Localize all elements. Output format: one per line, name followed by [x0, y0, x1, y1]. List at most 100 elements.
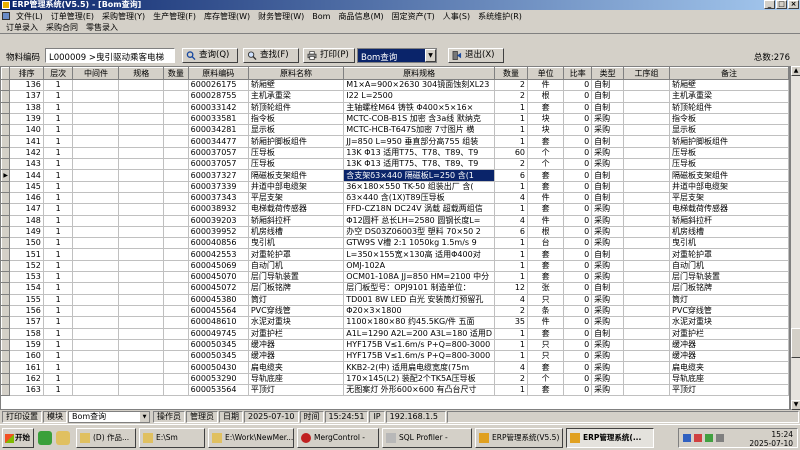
cell-order[interactable]: 146 [9, 192, 44, 205]
cell-qty[interactable] [163, 384, 189, 397]
cell-material-qty[interactable]: 6 [494, 169, 528, 182]
cell-material-name[interactable]: 压导板 [248, 147, 345, 160]
cell-material-qty[interactable]: 4 [494, 294, 528, 306]
cell-level[interactable]: 1 [43, 90, 74, 103]
cell-material-name[interactable]: 压导板 [248, 158, 345, 171]
cell-ratio[interactable]: 0 [563, 384, 593, 397]
cell-intermediate[interactable] [72, 158, 120, 171]
cell-process-group[interactable] [623, 79, 671, 92]
cell-unit[interactable]: 条 [527, 305, 565, 318]
cell-order[interactable]: 147 [9, 203, 44, 216]
cell-type[interactable]: 采购 [591, 158, 625, 171]
cell-spec[interactable] [118, 215, 165, 227]
cell-remark[interactable]: 平顶灯 [669, 384, 789, 397]
cell-material-name[interactable]: 对重护栏 [248, 328, 345, 340]
system-menu-icon[interactable] [2, 12, 10, 20]
cell-intermediate[interactable] [72, 361, 120, 374]
cell-remark[interactable]: PVC穿线管 [669, 305, 789, 318]
cell-material-name[interactable]: 缓冲器 [248, 350, 345, 363]
cell-material-name[interactable]: 对重轮护罩 [248, 248, 345, 261]
table-row[interactable]: 145 1 600037339 井道中部电缆架 36×180×550 TK-50 组装出… [1, 180, 789, 193]
cell-type[interactable]: 采购 [591, 339, 625, 352]
table-row[interactable]: 139 1 600033581 指令板 MCTC-COB-B1S 加密 含3a线 默纳克… [1, 112, 789, 126]
cell-material-qty[interactable]: 2 [494, 158, 528, 171]
cell-ratio[interactable]: 0 [563, 158, 593, 171]
cell-order[interactable]: 140 [9, 124, 44, 137]
cell-unit[interactable]: 件 [527, 215, 565, 227]
cell-material-code[interactable]: 600037339 [188, 181, 249, 193]
window-titlebar[interactable]: ERP管理系统(V5.5) - [Bom查询] _ □ × [0, 0, 800, 10]
cell-unit[interactable]: 套 [527, 328, 565, 340]
print-button[interactable]: 打印(P) [303, 48, 355, 63]
cell-order[interactable]: 160 [9, 350, 44, 363]
cell-qty[interactable] [163, 79, 189, 92]
row-indicator[interactable] [1, 327, 11, 340]
table-row[interactable]: 148 1 600039203 轿厢斜拉杆 Φ12圆杆 总长LH=2580 圆钢长度L=… [1, 214, 789, 227]
cell-material-spec[interactable]: FFD-CZ18N DC24V 涡载 超载两组信 [343, 203, 496, 216]
cell-type[interactable]: 采购 [591, 226, 625, 239]
cell-ratio[interactable]: 0 [563, 294, 593, 306]
cell-material-code[interactable]: 600028755 [188, 90, 249, 103]
row-indicator[interactable] [1, 203, 11, 216]
cell-spec[interactable] [118, 271, 165, 284]
row-indicator[interactable] [1, 384, 11, 397]
cell-material-spec[interactable]: 13K Φ13 适用T75、T78、T89、T9 [343, 158, 496, 171]
cell-material-qty[interactable]: 2 [494, 373, 528, 386]
cell-type[interactable]: 采购 [591, 384, 625, 397]
cell-material-code[interactable]: 600053290 [188, 373, 249, 386]
cell-remark[interactable]: 轿顶轮组件 [669, 102, 789, 114]
cell-remark[interactable]: 对重护栏 [669, 328, 789, 340]
cell-ratio[interactable]: 0 [563, 181, 593, 193]
table-row[interactable]: 150 1 600040856 曳引机 GTW9S V槽 2:1 1050kg 1.5m… [1, 237, 789, 250]
menu-products[interactable]: 商品信息(M) [334, 11, 387, 22]
cell-order[interactable]: 155 [9, 294, 44, 306]
cell-ratio[interactable]: 0 [563, 339, 593, 352]
query-button[interactable]: 查询(Q) [182, 48, 238, 63]
cell-order[interactable]: 149 [9, 226, 44, 239]
row-indicator[interactable] [1, 214, 11, 227]
cell-order[interactable]: 162 [9, 373, 44, 386]
cell-qty[interactable] [163, 282, 189, 295]
cell-material-code[interactable]: 600037057 [188, 158, 249, 171]
row-indicator[interactable] [1, 350, 11, 363]
cell-material-code[interactable]: 600049745 [188, 328, 249, 340]
table-row[interactable]: 141 1 600034477 轿厢护脚板组件 JJ=850 L=950 垂直部分高75… [1, 135, 789, 148]
cell-ratio[interactable]: 0 [563, 282, 593, 295]
cell-qty[interactable] [163, 215, 189, 227]
cell-material-code[interactable]: 600053564 [188, 384, 249, 397]
cell-spec[interactable] [118, 282, 165, 295]
menu-inventory[interactable]: 库存管理(W) [200, 11, 254, 22]
cell-material-code[interactable]: 600040856 [188, 237, 249, 250]
cell-ratio[interactable]: 0 [563, 113, 593, 126]
cell-material-qty[interactable]: 1 [494, 271, 528, 284]
row-indicator[interactable] [1, 180, 11, 193]
cell-spec[interactable] [118, 361, 165, 374]
row-indicator[interactable] [1, 158, 11, 171]
cell-qty[interactable] [163, 181, 189, 193]
cell-level[interactable]: 1 [43, 316, 74, 329]
cell-qty[interactable] [163, 339, 189, 352]
cell-unit[interactable]: 根 [527, 90, 565, 103]
menu-bom[interactable]: Bom [308, 12, 334, 21]
cell-material-spec[interactable]: JJ=850 L=950 垂直部分高755 组装 [343, 135, 496, 148]
row-indicator[interactable] [1, 372, 11, 386]
cell-unit[interactable]: 块 [527, 124, 565, 137]
cell-unit[interactable]: 只 [527, 294, 565, 306]
cell-level[interactable]: 1 [43, 361, 74, 374]
menu-file[interactable]: 文件(L) [12, 11, 47, 22]
cell-ratio[interactable]: 0 [563, 192, 593, 205]
cell-qty[interactable] [163, 102, 189, 114]
cell-material-code[interactable]: 600050345 [188, 339, 249, 352]
cell-level[interactable]: 1 [43, 339, 74, 352]
cell-intermediate[interactable] [72, 135, 120, 148]
cell-type[interactable]: 采购 [591, 215, 625, 227]
col-header-spec[interactable]: 规格 [118, 67, 165, 80]
cell-type[interactable]: 采购 [591, 113, 625, 126]
cell-unit[interactable]: 套 [527, 181, 565, 193]
cell-intermediate[interactable] [72, 181, 120, 193]
cell-material-name[interactable]: 显示板 [248, 124, 345, 137]
cell-material-qty[interactable]: 1 [494, 135, 528, 148]
cell-intermediate[interactable] [72, 328, 120, 340]
cell-material-qty[interactable]: 60 [494, 147, 528, 160]
quicklaunch-folder-icon[interactable] [56, 431, 70, 445]
